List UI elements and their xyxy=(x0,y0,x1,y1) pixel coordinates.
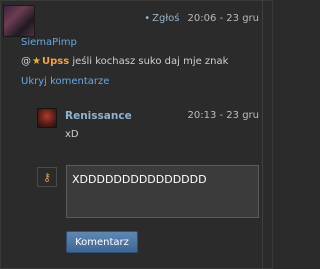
star-icon: ★ xyxy=(32,56,41,67)
comment-author[interactable]: SiemaPimp xyxy=(21,37,77,48)
report-link[interactable]: Zgłoś xyxy=(152,13,179,24)
mention-prefix: @ xyxy=(21,56,31,67)
report-bullet-icon: • xyxy=(144,13,151,24)
comment-text: @★Upss jeśli kochasz suko daj mje znak xyxy=(21,56,228,67)
reply-text: xD xyxy=(65,129,79,140)
avatar[interactable] xyxy=(3,5,35,37)
comment-body: jeśli kochasz suko daj mje znak xyxy=(72,56,229,67)
hide-comments-link[interactable]: Ukryj komentarze xyxy=(21,76,109,87)
comment-meta: • Zgłoś 20:06 - 23 gru xyxy=(144,13,259,24)
submit-comment-button[interactable]: Komentarz xyxy=(66,231,138,253)
panel-divider xyxy=(262,0,263,269)
comment-time: 20:06 - 23 gru xyxy=(187,13,259,24)
mention-link[interactable]: Upss xyxy=(42,56,69,67)
reply-time: 20:13 - 23 gru xyxy=(187,110,259,121)
reply-avatar[interactable] xyxy=(37,108,57,128)
comment-input[interactable] xyxy=(66,165,259,218)
key-icon: ⚷ xyxy=(37,167,57,187)
reply-author[interactable]: Renissance xyxy=(65,110,132,122)
